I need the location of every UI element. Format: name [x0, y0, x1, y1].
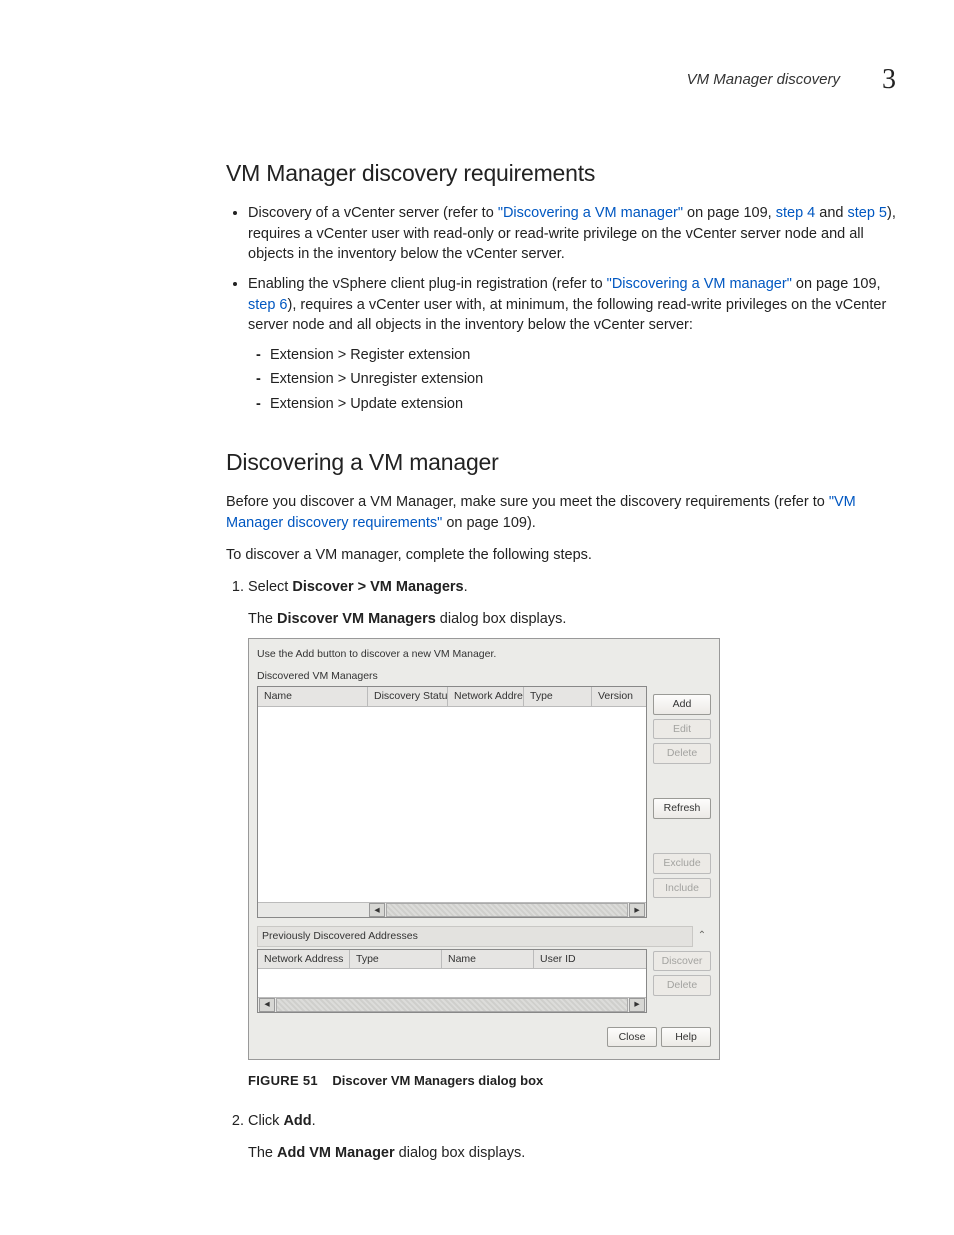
link-step-6[interactable]: step 6	[248, 297, 288, 313]
dialog-figure: Use the Add button to discover a new VM …	[248, 638, 904, 1061]
scroll-left-icon[interactable]: ◂	[369, 903, 385, 917]
add-button[interactable]: Add	[653, 694, 711, 715]
col-type[interactable]: Type	[350, 950, 442, 969]
scroll-track[interactable]	[276, 998, 628, 1012]
dialog-footer: Close Help	[249, 1019, 719, 1060]
dialog-instruction: Use the Add button to discover a new VM …	[249, 639, 719, 666]
edit-button[interactable]: Edit	[653, 719, 711, 740]
step-2: Click Add.	[248, 1111, 904, 1131]
prev-table-body	[258, 969, 646, 996]
scroll-left-icon[interactable]: ◂	[259, 998, 275, 1012]
text: ), requires a vCenter user with, at mini…	[248, 297, 886, 333]
prev-separator: Previously Discovered Addresses ⌃	[249, 924, 719, 949]
ext-text: Extension > Unregister extension	[270, 371, 483, 387]
prev-row: Network Address Type Name User ID ◂ ▸	[249, 949, 719, 1019]
col-network-address[interactable]: Network Address	[448, 687, 524, 706]
content-column: VM Manager discovery requirements Discov…	[226, 157, 904, 1163]
extension-list: -Extension > Register extension -Extensi…	[248, 345, 904, 414]
figure-caption: FIGURE 51 Discover VM Managers dialog bo…	[248, 1072, 904, 1090]
prev-table: Network Address Type Name User ID ◂ ▸	[257, 949, 647, 1013]
text: The	[248, 611, 277, 627]
col-name[interactable]: Name	[442, 950, 534, 969]
step-1: Select Discover > VM Managers.	[248, 577, 904, 597]
page: VM Manager discovery 3 VM Manager discov…	[0, 0, 954, 1235]
action: Add	[283, 1113, 311, 1129]
exclude-button[interactable]: Exclude	[653, 853, 711, 874]
col-version[interactable]: Version	[592, 687, 646, 706]
step-1-body: The Discover VM Managers dialog box disp…	[248, 609, 904, 629]
link-discovering-vm-manager[interactable]: "Discovering a VM manager"	[607, 276, 792, 292]
include-button[interactable]: Include	[653, 878, 711, 899]
dialog-name: Discover VM Managers	[277, 611, 436, 627]
col-type[interactable]: Type	[524, 687, 592, 706]
req-bullet-2: Enabling the vSphere client plug-in regi…	[248, 274, 904, 414]
ext-text: Extension > Update extension	[270, 396, 463, 412]
scroll-right-icon[interactable]: ▸	[629, 903, 645, 917]
running-header: VM Manager discovery 3	[90, 60, 904, 99]
text: Enabling the vSphere client plug-in regi…	[248, 276, 607, 292]
intro-paragraph: Before you discover a VM Manager, make s…	[226, 492, 904, 533]
text: Select	[248, 579, 292, 595]
discovered-scrollbar[interactable]: ◂ ▸	[258, 902, 646, 917]
discover-vm-managers-dialog: Use the Add button to discover a new VM …	[248, 638, 720, 1061]
chapter-number: 3	[882, 60, 896, 99]
prev-label: Previously Discovered Addresses	[257, 926, 693, 947]
delete-button[interactable]: Delete	[653, 975, 711, 996]
ext-unregister: -Extension > Unregister extension	[270, 369, 904, 389]
text: and	[815, 205, 847, 221]
running-header-title: VM Manager discovery	[687, 69, 840, 90]
lead-paragraph: To discover a VM manager, complete the f…	[226, 545, 904, 565]
discovered-table-header: Name Discovery Status Network Address Ty…	[258, 687, 646, 707]
col-user-id[interactable]: User ID	[534, 950, 646, 969]
prev-scrollbar[interactable]: ◂ ▸	[258, 997, 646, 1012]
figure-caption-text: Discover VM Managers dialog box	[332, 1073, 543, 1088]
link-step-5[interactable]: step 5	[847, 205, 887, 221]
discovered-side-buttons: Add Edit Delete Refresh Exclude Include	[653, 686, 711, 918]
scroll-track[interactable]	[386, 903, 628, 917]
requirements-list: Discovery of a vCenter server (refer to …	[226, 203, 904, 414]
discovered-table-body	[258, 707, 646, 902]
discovered-row: Name Discovery Status Network Address Ty…	[249, 686, 719, 924]
link-step-4[interactable]: step 4	[776, 205, 816, 221]
refresh-button[interactable]: Refresh	[653, 798, 711, 819]
ext-register: -Extension > Register extension	[270, 345, 904, 365]
discover-button[interactable]: Discover	[653, 951, 711, 972]
text: on page 109).	[442, 515, 536, 531]
text: .	[464, 579, 468, 595]
delete-button[interactable]: Delete	[653, 743, 711, 764]
help-button[interactable]: Help	[661, 1027, 711, 1048]
text: on page 109,	[683, 205, 776, 221]
chevron-up-icon: ⌃	[698, 929, 706, 943]
menu-path: Discover > VM Managers	[292, 579, 463, 595]
discovered-table: Name Discovery Status Network Address Ty…	[257, 686, 647, 918]
dialog-name: Add VM Manager	[277, 1145, 395, 1161]
heading-discovering: Discovering a VM manager	[226, 446, 904, 478]
text: The	[248, 1145, 277, 1161]
col-discovery-status[interactable]: Discovery Status	[368, 687, 448, 706]
close-button[interactable]: Close	[607, 1027, 657, 1048]
ext-text: Extension > Register extension	[270, 347, 470, 363]
text: dialog box displays.	[436, 611, 567, 627]
prev-side-buttons: Discover Delete	[653, 949, 711, 1013]
text: dialog box displays.	[395, 1145, 526, 1161]
text: .	[312, 1113, 316, 1129]
figure-number: FIGURE 51	[248, 1073, 318, 1088]
text: Before you discover a VM Manager, make s…	[226, 494, 829, 510]
steps-list: Select Discover > VM Managers.	[226, 577, 904, 597]
ext-update: -Extension > Update extension	[270, 394, 904, 414]
collapse-icon[interactable]: ⌃	[693, 929, 711, 943]
link-discovering-vm-manager[interactable]: "Discovering a VM manager"	[498, 205, 683, 221]
col-name[interactable]: Name	[258, 687, 368, 706]
scroll-right-icon[interactable]: ▸	[629, 998, 645, 1012]
heading-requirements: VM Manager discovery requirements	[226, 157, 904, 189]
text: Discovery of a vCenter server (refer to	[248, 205, 498, 221]
step-2-body: The Add VM Manager dialog box displays.	[248, 1143, 904, 1163]
text: Click	[248, 1113, 283, 1129]
text: on page 109,	[792, 276, 881, 292]
discovered-label: Discovered VM Managers	[249, 665, 719, 686]
col-network-address[interactable]: Network Address	[258, 950, 350, 969]
steps-list-2: Click Add.	[226, 1111, 904, 1131]
prev-table-header: Network Address Type Name User ID	[258, 950, 646, 970]
req-bullet-1: Discovery of a vCenter server (refer to …	[248, 203, 904, 264]
